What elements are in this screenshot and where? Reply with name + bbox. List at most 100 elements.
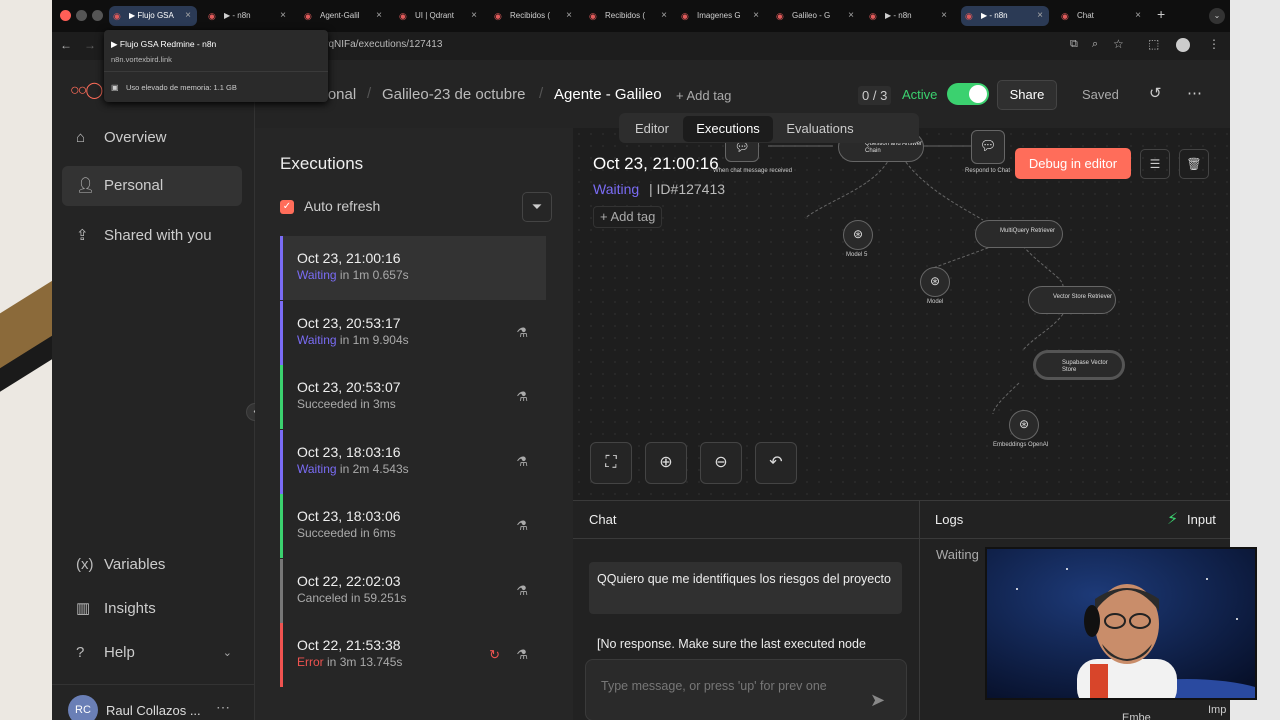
- browser-tab[interactable]: ◉ Recibidos (×: [585, 6, 673, 26]
- execution-add-tag-button[interactable]: + Add tag: [593, 206, 663, 228]
- translate-icon[interactable]: ⧉: [1070, 38, 1078, 51]
- execution-list-item[interactable]: Oct 23, 18:03:06 Succeeded in 6ms ⚗: [280, 494, 546, 558]
- undo-icon[interactable]: ↶: [755, 442, 797, 484]
- bookmark-star-icon[interactable]: ☆: [1113, 37, 1124, 51]
- flask-icon[interactable]: ⚗: [516, 389, 528, 405]
- browser-tab[interactable]: ◉ Agent-Galil ×: [300, 6, 388, 26]
- active-toggle[interactable]: [947, 83, 989, 105]
- browser-tab[interactable]: ◉ ▶ - n8n ×: [961, 6, 1049, 26]
- close-tab-icon[interactable]: ×: [471, 6, 477, 26]
- history-icon[interactable]: ↺: [1149, 84, 1162, 102]
- user-name: Raul Collazos ...: [106, 703, 201, 718]
- tab-label: Imagenes G: [697, 11, 741, 20]
- memory-icon: ▣: [111, 83, 119, 92]
- share-button[interactable]: Share: [997, 80, 1057, 110]
- flask-icon[interactable]: ⚗: [516, 454, 528, 470]
- workflow-counter[interactable]: 0 / 3: [858, 86, 892, 105]
- browser-tab[interactable]: ◉ ▶ Flujo GSA ×: [109, 6, 197, 26]
- duration-label: in 1m 9.904s: [339, 332, 409, 347]
- browser-tab[interactable]: ◉ UI | Qdrant ×: [395, 6, 483, 26]
- browser-tab[interactable]: ◉ ▶ - n8n ×: [204, 6, 292, 26]
- model5-node[interactable]: ⊛: [843, 220, 873, 250]
- profile-avatar[interactable]: [1176, 38, 1190, 52]
- maximize-window-button[interactable]: [92, 10, 103, 21]
- tab-evaluations[interactable]: Evaluations: [775, 116, 865, 142]
- execution-list-item[interactable]: Oct 23, 20:53:07 Succeeded in 3ms ⚗: [280, 365, 546, 429]
- checklist-icon[interactable]: ☰: [1140, 149, 1170, 179]
- breadcrumb-folder[interactable]: Galileo-23 de octubre: [382, 86, 525, 103]
- close-window-button[interactable]: [60, 10, 71, 21]
- multiquery-node[interactable]: MultiQuery Retriever: [975, 220, 1063, 248]
- workflow-name[interactable]: Agente - Galileo: [554, 86, 662, 103]
- supabase-node[interactable]: Supabase Vector Store: [1033, 350, 1125, 380]
- close-tab-icon[interactable]: ×: [753, 6, 759, 26]
- back-icon[interactable]: ←: [60, 38, 72, 52]
- input-tab[interactable]: Input: [1187, 512, 1216, 527]
- trash-icon[interactable]: 🗑︎: [1179, 149, 1209, 179]
- fit-view-icon[interactable]: ⛶: [590, 442, 632, 484]
- workflow-canvas[interactable]: Question and Answer Chain 💬︎ Respond to …: [573, 128, 1230, 500]
- execution-list-item[interactable]: Oct 23, 21:00:16 Waiting in 1m 0.657s: [280, 236, 546, 300]
- auto-refresh-checkbox[interactable]: ✓: [280, 200, 294, 214]
- close-tab-icon[interactable]: ×: [1037, 6, 1043, 26]
- sidebar-item-label: Overview: [104, 129, 167, 146]
- user-options-icon[interactable]: ⋯: [216, 699, 230, 716]
- chat-input[interactable]: Type message, or press 'up' for prev one…: [585, 659, 907, 720]
- zoom-out-icon[interactable]: ⊖: [700, 442, 742, 484]
- tab-executions[interactable]: Executions: [683, 116, 773, 142]
- browser-tab[interactable]: ◉ ▶ - n8n ×: [865, 6, 953, 26]
- close-tab-icon[interactable]: ×: [941, 6, 947, 26]
- browser-tab[interactable]: ◉ Recibidos (×: [490, 6, 578, 26]
- vector-retriever-node[interactable]: Vector Store Retriever: [1028, 286, 1116, 314]
- execution-list-item[interactable]: Oct 23, 20:53:17 Waiting in 1m 9.904s ⚗: [280, 300, 546, 365]
- debug-in-editor-button[interactable]: Debug in editor: [1015, 148, 1131, 179]
- tab-search-icon[interactable]: ⌄: [1209, 8, 1225, 24]
- status-label: Waiting: [297, 268, 337, 282]
- zoom-icon[interactable]: ⌕: [1092, 38, 1098, 51]
- browser-menu-icon[interactable]: ⋮: [1208, 37, 1220, 51]
- sidebar-item-label: Help: [104, 644, 135, 661]
- send-icon[interactable]: ➤: [870, 690, 885, 711]
- close-tab-icon[interactable]: ×: [185, 6, 191, 26]
- flask-icon[interactable]: ⚗: [516, 583, 528, 599]
- plus-icon: +: [600, 209, 611, 224]
- flask-icon[interactable]: ⚗: [516, 325, 528, 341]
- browser-tab[interactable]: ◉ Imagenes G ×: [677, 6, 765, 26]
- extensions-icon[interactable]: ⬚: [1148, 37, 1159, 51]
- close-tab-icon[interactable]: ×: [661, 6, 667, 26]
- forward-icon[interactable]: →: [84, 38, 96, 52]
- model-node[interactable]: ⊛: [920, 267, 950, 297]
- favicon-icon: ◉: [589, 11, 597, 21]
- browser-tab[interactable]: ◉ Galileo - G ×: [772, 6, 860, 26]
- zoom-in-icon[interactable]: ⊕: [645, 442, 687, 484]
- close-tab-icon[interactable]: ×: [280, 6, 286, 26]
- retry-icon[interactable]: ↻: [489, 647, 500, 663]
- sidebar-item-help[interactable]: ? Help ⌄: [62, 633, 242, 673]
- browser-tab[interactable]: ◉ Chat ×: [1057, 6, 1147, 26]
- sidebar-item-personal[interactable]: 👤︎ Personal: [62, 166, 242, 206]
- executions-title: Executions: [280, 154, 364, 173]
- flask-icon[interactable]: ⚗: [516, 647, 528, 663]
- add-tag-button[interactable]: + Add tag: [676, 88, 731, 103]
- filter-icon[interactable]: ⏷: [522, 192, 552, 222]
- close-tab-icon[interactable]: ×: [848, 6, 854, 26]
- execution-list-item[interactable]: Oct 22, 21:53:38 Error in 3m 13.745s ⚗ ↻: [280, 623, 546, 687]
- flask-icon[interactable]: ⚗: [516, 518, 528, 534]
- tab-editor[interactable]: Editor: [622, 116, 682, 142]
- minimize-window-button[interactable]: [76, 10, 87, 21]
- sidebar-item-variables[interactable]: (x) Variables: [62, 545, 242, 585]
- execution-list-item[interactable]: Oct 22, 22:02:03 Canceled in 59.251s ⚗: [280, 558, 546, 623]
- sidebar-item-shared[interactable]: ⇪ Shared with you: [62, 216, 242, 256]
- sidebar-item-insights[interactable]: ▥ Insights: [62, 589, 242, 629]
- execution-list-item[interactable]: Oct 23, 18:03:16 Waiting in 2m 4.543s ⚗: [280, 429, 546, 494]
- user-menu[interactable]: RC Raul Collazos ... ⋯: [52, 684, 255, 720]
- close-tab-icon[interactable]: ×: [1135, 6, 1141, 26]
- new-tab-button[interactable]: +: [1157, 6, 1165, 22]
- respond-node[interactable]: 💬︎: [971, 130, 1005, 164]
- close-tab-icon[interactable]: ×: [376, 6, 382, 26]
- more-options-icon[interactable]: ⋯: [1187, 84, 1202, 102]
- sidebar-item-overview[interactable]: ⌂ Overview: [62, 118, 242, 158]
- execution-item-date: Oct 22, 22:02:03: [297, 572, 401, 589]
- close-tab-icon[interactable]: ×: [566, 6, 572, 26]
- embeddings-node[interactable]: ⊛: [1009, 410, 1039, 440]
